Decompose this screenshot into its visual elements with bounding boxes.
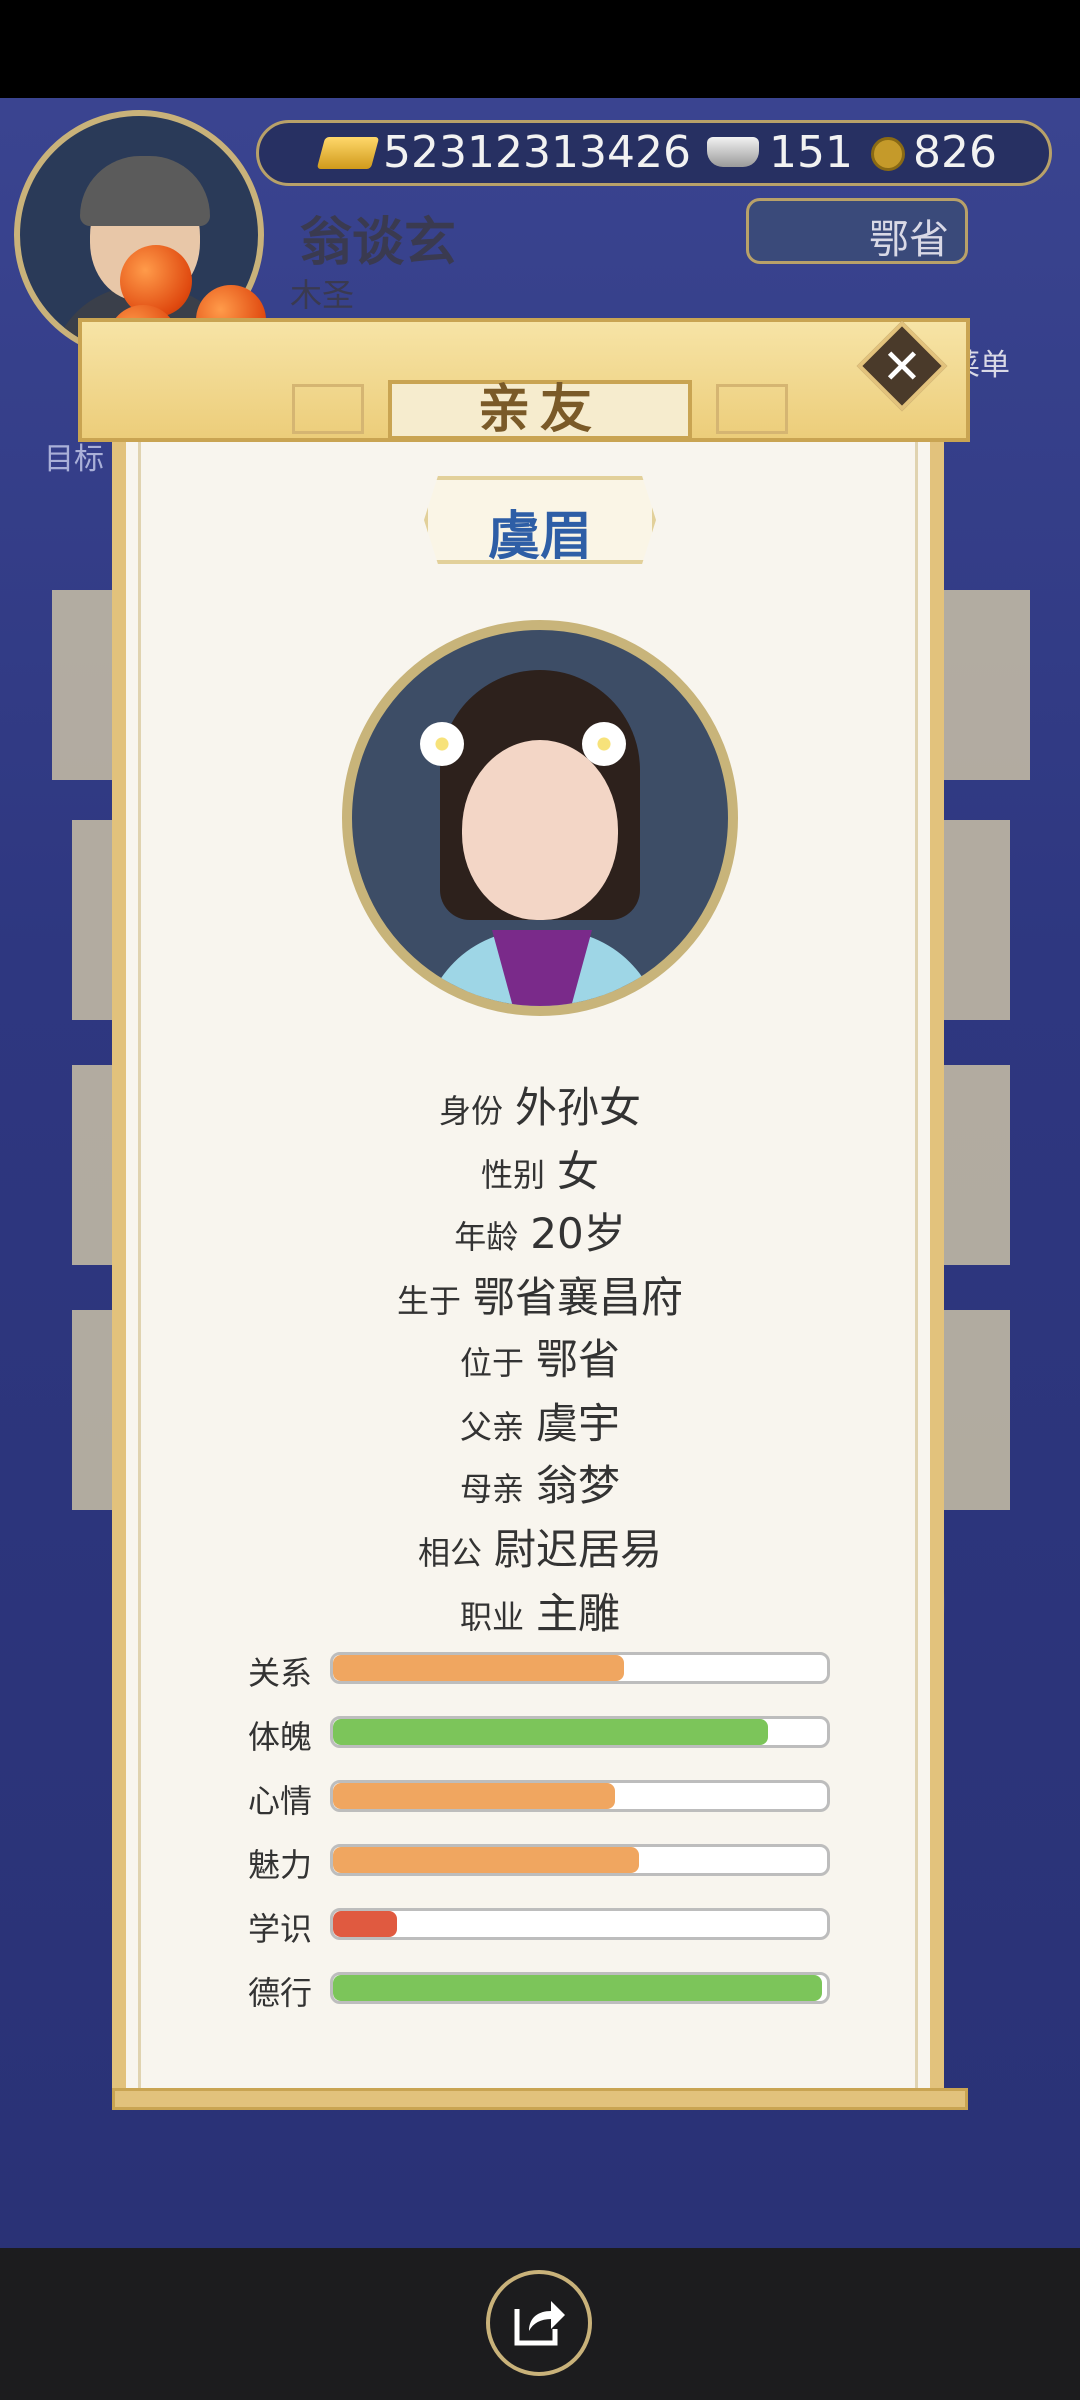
stat-fill bbox=[333, 1847, 640, 1873]
info-label: 母亲 bbox=[459, 1470, 524, 1508]
coin-amount: 826 bbox=[913, 127, 997, 178]
stat-label-charm: 魅力 bbox=[248, 1846, 313, 1884]
info-label: 位于 bbox=[459, 1344, 524, 1382]
silver-ingot-icon bbox=[707, 137, 759, 167]
stat-bar-mood bbox=[330, 1780, 830, 1812]
stat-label-relationship: 关系 bbox=[248, 1654, 313, 1692]
panel-title: 亲友 bbox=[477, 380, 602, 440]
header-ornament bbox=[292, 384, 364, 434]
info-label: 相公 bbox=[417, 1534, 482, 1572]
info-label: 性别 bbox=[480, 1156, 545, 1194]
province-button-label: 鄂省 bbox=[869, 217, 949, 263]
panel-bottom-trim bbox=[112, 2088, 968, 2110]
info-row-birthplace: 生于 鄂省襄昌府 bbox=[0, 1264, 1080, 1325]
coin-icon bbox=[871, 137, 905, 171]
status-bar bbox=[0, 0, 1080, 98]
header-plaque: 亲友 bbox=[388, 380, 692, 440]
info-value: 20岁 bbox=[530, 1209, 626, 1258]
hair-flower-icon bbox=[420, 722, 464, 766]
stat-fill bbox=[333, 1655, 625, 1681]
stat-label-mood: 心情 bbox=[248, 1782, 313, 1820]
info-row-identity: 身份 外孙女 bbox=[0, 1074, 1080, 1135]
info-value: 尉迟居易 bbox=[494, 1525, 663, 1574]
name-plaque: 虞眉 bbox=[424, 476, 656, 564]
stat-fill bbox=[333, 1783, 615, 1809]
portrait-face bbox=[462, 740, 618, 920]
character-portrait bbox=[342, 620, 738, 1016]
info-row-location: 位于 鄂省 bbox=[0, 1326, 1080, 1387]
stat-bar-relationship bbox=[330, 1652, 830, 1684]
info-label: 身份 bbox=[438, 1092, 503, 1130]
info-value: 外孙女 bbox=[515, 1083, 642, 1132]
info-value: 鄂省 bbox=[536, 1335, 621, 1384]
share-button[interactable] bbox=[486, 2270, 592, 2376]
info-row-occupation: 职业 主雕 bbox=[0, 1580, 1080, 1641]
stat-bar-virtue bbox=[330, 1972, 830, 2004]
gold-ingot-icon bbox=[316, 137, 380, 169]
province-button[interactable]: 鄂省 bbox=[746, 198, 968, 264]
info-value: 女 bbox=[557, 1147, 600, 1196]
info-label: 生于 bbox=[396, 1282, 461, 1320]
silver-amount: 151 bbox=[769, 127, 853, 178]
stat-bar-knowledge bbox=[330, 1908, 830, 1940]
stat-fill bbox=[333, 1975, 823, 2001]
stat-bar-charm bbox=[330, 1844, 830, 1876]
stat-label-virtue: 德行 bbox=[248, 1974, 313, 2012]
stat-fill bbox=[333, 1719, 768, 1745]
info-row-age: 年龄 20岁 bbox=[0, 1200, 1080, 1261]
hair-flower-icon bbox=[582, 722, 626, 766]
player-name: 翁谈玄 bbox=[300, 213, 457, 273]
player-title: 木圣 bbox=[290, 276, 355, 314]
info-row-mother: 母亲 翁梦 bbox=[0, 1452, 1080, 1513]
info-row-gender: 性别女 bbox=[0, 1138, 1080, 1199]
character-name: 虞眉 bbox=[487, 507, 592, 567]
stat-fill bbox=[333, 1911, 398, 1937]
info-row-husband: 相公 尉迟居易 bbox=[0, 1516, 1080, 1577]
close-icon[interactable]: ✕ bbox=[862, 330, 942, 404]
info-row-father: 父亲 虞宇 bbox=[0, 1390, 1080, 1451]
share-icon bbox=[514, 2301, 565, 2346]
info-value: 主雕 bbox=[536, 1589, 621, 1638]
avatar-hair bbox=[80, 156, 210, 226]
stat-label-physique: 体魄 bbox=[248, 1718, 313, 1756]
background-card bbox=[930, 590, 1030, 780]
header-ornament bbox=[716, 384, 788, 434]
info-label: 年龄 bbox=[454, 1218, 519, 1256]
info-label: 父亲 bbox=[459, 1408, 524, 1446]
stat-label-knowledge: 学识 bbox=[248, 1910, 313, 1948]
gold-amount: 52312313426 bbox=[383, 127, 691, 178]
info-label: 职业 bbox=[459, 1598, 524, 1636]
currency-bar: 52312313426 151 826 bbox=[256, 120, 1052, 186]
info-value: 翁梦 bbox=[536, 1461, 621, 1510]
info-value: 鄂省襄昌府 bbox=[473, 1273, 684, 1322]
info-value: 虞宇 bbox=[536, 1399, 621, 1448]
stat-bar-physique bbox=[330, 1716, 830, 1748]
